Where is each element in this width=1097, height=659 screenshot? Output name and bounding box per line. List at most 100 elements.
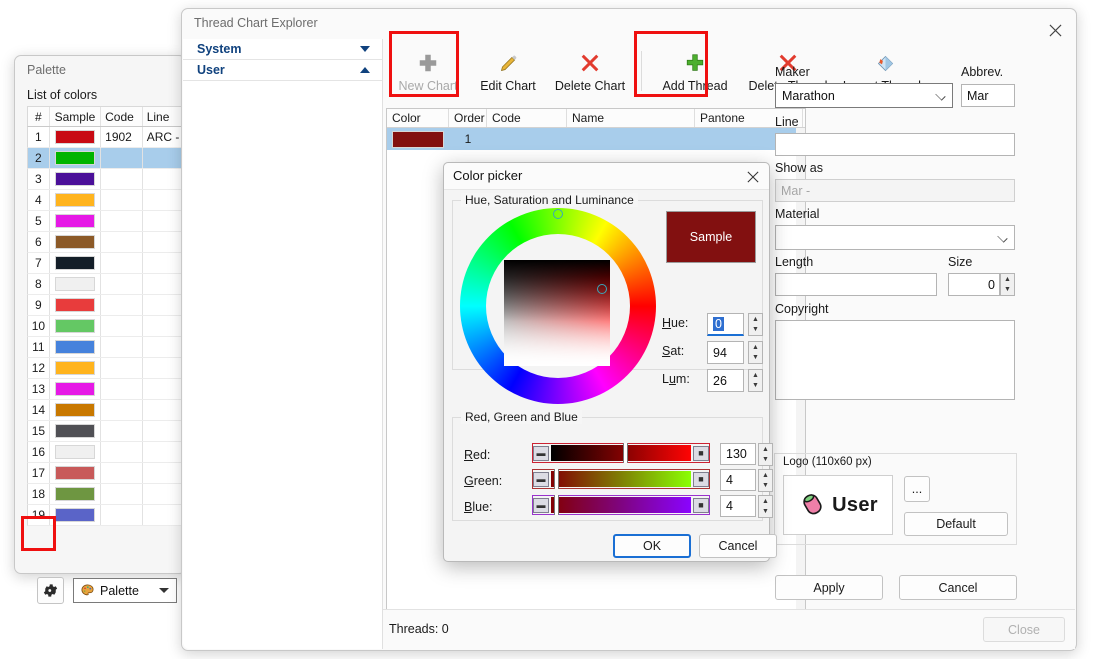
length-field[interactable] <box>775 273 937 296</box>
maker-select[interactable]: Marathon <box>775 83 953 108</box>
green-slider-thumb[interactable] <box>553 469 559 489</box>
hue-field[interactable]: 0 <box>707 313 744 336</box>
new-chart-button[interactable]: New Chart <box>391 44 465 98</box>
saturation-luminance-marker[interactable] <box>597 284 607 294</box>
stepper-up-icon[interactable]: ▲ <box>749 370 762 381</box>
sat-field[interactable]: 94 <box>707 341 744 364</box>
palette-row[interactable]: 13 <box>27 379 187 400</box>
sat-stepper[interactable]: ▲ ▼ <box>748 341 763 364</box>
color-picker-cancel-button[interactable]: Cancel <box>699 534 777 558</box>
blue-slider-increase[interactable]: ■ <box>693 497 709 513</box>
palette-row-sample[interactable] <box>50 505 102 525</box>
browse-logo-button[interactable]: ... <box>904 476 930 502</box>
palette-row-sample[interactable] <box>50 337 102 357</box>
red-stepper[interactable]: ▲ ▼ <box>758 443 773 466</box>
palette-row[interactable]: 7 <box>27 253 187 274</box>
stepper-down-icon[interactable]: ▼ <box>759 507 772 518</box>
palette-row-sample[interactable] <box>50 148 102 168</box>
green-slider[interactable]: ▬ ■ <box>532 469 710 489</box>
stepper-down-icon[interactable]: ▼ <box>759 455 772 466</box>
palette-row[interactable]: 8 <box>27 274 187 295</box>
saturation-luminance-square[interactable] <box>504 260 610 366</box>
palette-select[interactable]: Palette <box>73 578 177 603</box>
close-button[interactable]: Close <box>983 617 1065 642</box>
stepper-up-icon[interactable]: ▲ <box>759 444 772 455</box>
palette-row-sample[interactable] <box>50 463 102 483</box>
stepper-down-icon[interactable]: ▼ <box>759 481 772 492</box>
stepper-up-icon[interactable]: ▲ <box>1001 274 1014 285</box>
add-thread-button[interactable]: Add Thread <box>653 44 737 98</box>
palette-row-sample[interactable] <box>50 421 102 441</box>
palette-row[interactable]: 4 <box>27 190 187 211</box>
green-slider-decrease[interactable]: ▬ <box>533 471 549 487</box>
red-slider-thumb[interactable] <box>623 443 629 463</box>
palette-row-sample[interactable] <box>50 379 102 399</box>
green-slider-increase[interactable]: ■ <box>693 471 709 487</box>
palette-row[interactable]: 16 <box>27 442 187 463</box>
palette-row-sample[interactable] <box>50 274 102 294</box>
palette-row[interactable]: 19 <box>27 505 187 526</box>
size-stepper[interactable]: ▲ ▼ <box>1000 273 1015 296</box>
palette-row-sample[interactable] <box>50 211 102 231</box>
palette-row[interactable]: 5 <box>27 211 187 232</box>
red-slider-decrease[interactable]: ▬ <box>533 445 549 461</box>
palette-row-sample[interactable] <box>50 169 102 189</box>
palette-row[interactable]: 2 <box>27 148 187 169</box>
blue-field[interactable]: 4 <box>720 495 756 517</box>
edit-chart-button[interactable]: Edit Chart <box>471 44 545 98</box>
red-slider-increase[interactable]: ■ <box>693 445 709 461</box>
palette-row[interactable]: 12 <box>27 358 187 379</box>
palette-row[interactable]: 10 <box>27 316 187 337</box>
palette-row-sample[interactable] <box>50 442 102 462</box>
stepper-up-icon[interactable]: ▲ <box>749 342 762 353</box>
hue-stepper[interactable]: ▲ ▼ <box>748 313 763 336</box>
palette-row-sample[interactable] <box>50 400 102 420</box>
palette-row-sample[interactable] <box>50 232 102 252</box>
palette-row-sample[interactable] <box>50 358 102 378</box>
stepper-down-icon[interactable]: ▼ <box>1001 285 1014 296</box>
copyright-field[interactable] <box>775 320 1015 400</box>
green-field[interactable]: 4 <box>720 469 756 491</box>
line-field[interactable] <box>775 133 1015 156</box>
gear-icon[interactable] <box>37 577 64 604</box>
palette-row[interactable]: 14 <box>27 400 187 421</box>
grid-cell-color[interactable] <box>387 130 449 148</box>
apply-button[interactable]: Apply <box>775 575 883 600</box>
close-icon[interactable] <box>1044 19 1066 41</box>
palette-row[interactable]: 6 <box>27 232 187 253</box>
palette-row-sample[interactable] <box>50 484 102 504</box>
stepper-up-icon[interactable]: ▲ <box>749 314 762 325</box>
hue-wheel-marker[interactable] <box>553 209 563 219</box>
stepper-up-icon[interactable]: ▲ <box>759 496 772 507</box>
logo-preview[interactable]: User <box>783 475 893 535</box>
blue-slider-thumb[interactable] <box>553 495 559 515</box>
lum-field[interactable]: 26 <box>707 369 744 392</box>
palette-row[interactable]: 18 <box>27 484 187 505</box>
default-logo-button[interactable]: Default <box>904 512 1008 536</box>
sidebar-item-user[interactable]: User <box>183 60 382 81</box>
abbrev-field[interactable]: Mar <box>961 84 1015 107</box>
lum-stepper[interactable]: ▲ ▼ <box>748 369 763 392</box>
material-select[interactable] <box>775 225 1015 250</box>
palette-row[interactable]: 11 <box>27 337 187 358</box>
palette-row-sample[interactable] <box>50 316 102 336</box>
blue-slider-decrease[interactable]: ▬ <box>533 497 549 513</box>
palette-row-sample[interactable] <box>50 190 102 210</box>
blue-slider[interactable]: ▬ ■ <box>532 495 710 515</box>
stepper-down-icon[interactable]: ▼ <box>749 325 762 336</box>
palette-row-sample[interactable] <box>50 253 102 273</box>
palette-row[interactable]: 15 <box>27 421 187 442</box>
palette-row[interactable]: 9 <box>27 295 187 316</box>
color-picker-ok-button[interactable]: OK <box>613 534 691 558</box>
stepper-up-icon[interactable]: ▲ <box>759 470 772 481</box>
sidebar-item-system[interactable]: System <box>183 39 382 60</box>
detail-cancel-button[interactable]: Cancel <box>899 575 1017 600</box>
stepper-down-icon[interactable]: ▼ <box>749 353 762 364</box>
red-field[interactable]: 130 <box>720 443 756 465</box>
palette-row-sample[interactable] <box>50 127 102 147</box>
palette-row-sample[interactable] <box>50 295 102 315</box>
delete-chart-button[interactable]: Delete Chart <box>547 44 633 98</box>
stepper-down-icon[interactable]: ▼ <box>749 381 762 392</box>
table-row[interactable]: 1 <box>387 128 805 150</box>
palette-row[interactable]: 17 <box>27 463 187 484</box>
